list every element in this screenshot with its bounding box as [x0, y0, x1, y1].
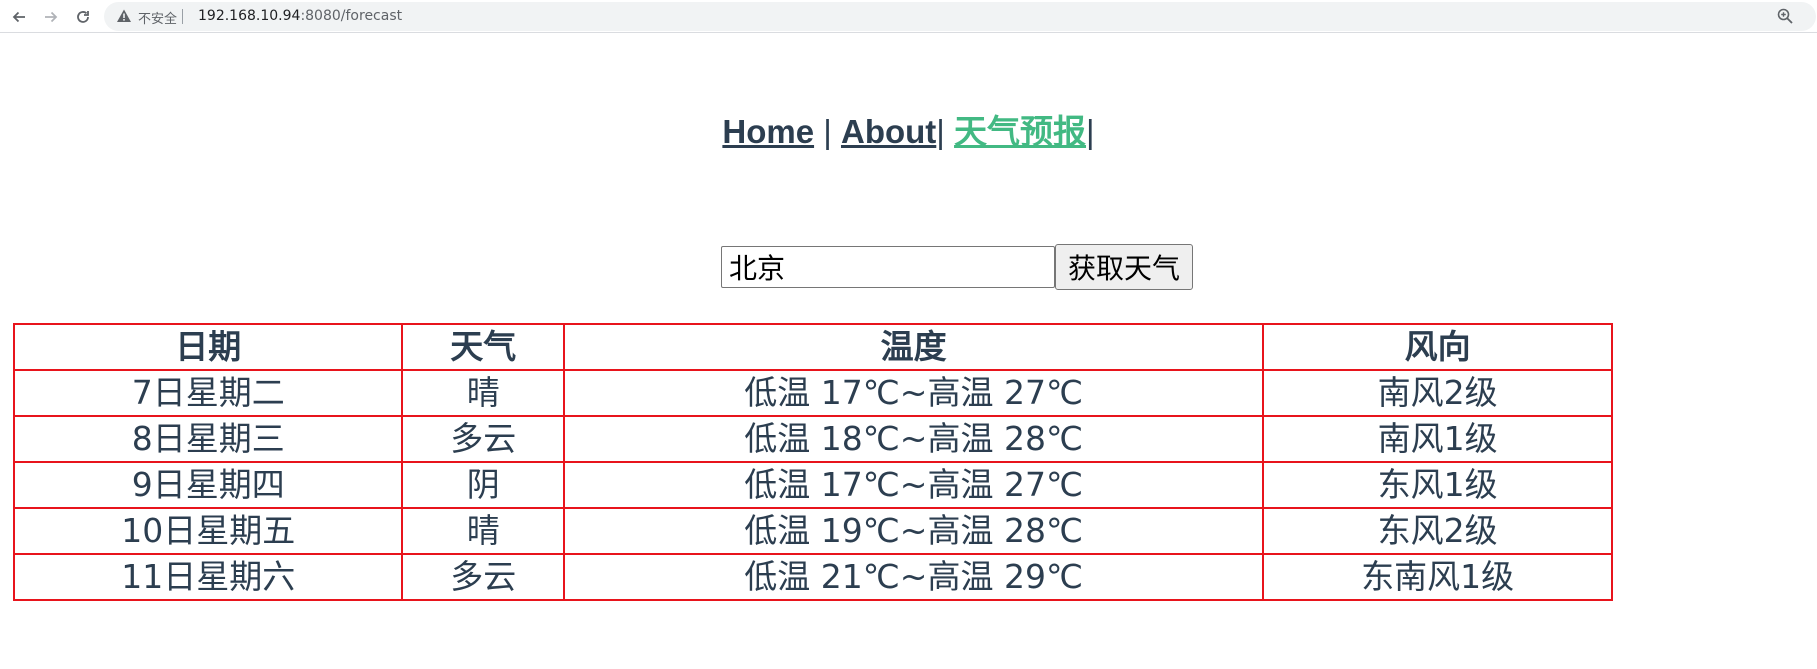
forward-arrow-icon[interactable] [38, 4, 64, 30]
main-nav: Home | About| 天气预报| [0, 110, 1817, 154]
warning-icon[interactable] [116, 8, 132, 24]
cell-temperature: 低温 19℃~高温 28℃ [562, 507, 1265, 555]
table-row: 9日星期四 阴 低温 17℃~高温 27℃ 东风1级 [12, 461, 1613, 509]
get-weather-button[interactable]: 获取天气 [1055, 244, 1193, 290]
cell-weather: 晴 [401, 369, 565, 417]
header-weather: 天气 [401, 323, 565, 371]
nav-separator: | [1086, 113, 1095, 150]
cell-date: 11日星期六 [12, 553, 404, 601]
header-date: 日期 [12, 323, 404, 371]
url-text[interactable]: 192.168.10.94:8080/forecast [198, 8, 402, 24]
cell-temperature: 低温 17℃~高温 27℃ [562, 461, 1265, 509]
table-row: 7日星期二 晴 低温 17℃~高温 27℃ 南风2级 [12, 369, 1613, 417]
header-wind: 风向 [1262, 323, 1613, 371]
cell-wind: 南风1级 [1262, 415, 1613, 463]
cell-weather: 多云 [401, 415, 565, 463]
zoom-icon[interactable] [1776, 7, 1794, 25]
cell-temperature: 低温 17℃~高温 27℃ [562, 369, 1265, 417]
cell-date: 7日星期二 [12, 369, 404, 417]
browser-toolbar: 不安全 192.168.10.94:8080/forecast [0, 0, 1817, 33]
url-path: :8080/forecast [300, 8, 403, 24]
table-row: 10日星期五 晴 低温 19℃~高温 28℃ 东风2级 [12, 507, 1613, 555]
table-row: 8日星期三 多云 低温 18℃~高温 28℃ 南风1级 [12, 415, 1613, 463]
cell-date: 8日星期三 [12, 415, 404, 463]
nav-link-home[interactable]: Home [722, 113, 814, 150]
cell-date: 10日星期五 [12, 507, 404, 555]
nav-link-forecast[interactable]: 天气预报 [954, 113, 1086, 150]
nav-link-about[interactable]: About [841, 113, 936, 150]
forecast-table: 日期 天气 温度 风向 7日星期二 晴 低温 17℃~高温 27℃ 南风2级 8… [12, 323, 1613, 601]
cell-date: 9日星期四 [12, 461, 404, 509]
cell-weather: 晴 [401, 507, 565, 555]
nav-separator: | [936, 113, 955, 150]
table-header-row: 日期 天气 温度 风向 [12, 323, 1613, 371]
cell-wind: 东风1级 [1262, 461, 1613, 509]
reload-icon[interactable] [70, 4, 96, 30]
address-bar[interactable]: 不安全 192.168.10.94:8080/forecast [104, 2, 1816, 31]
nav-separator: | [814, 113, 841, 150]
back-arrow-icon[interactable] [6, 4, 32, 30]
url-host: 192.168.10.94 [198, 8, 301, 24]
cell-wind: 东风2级 [1262, 507, 1613, 555]
divider [182, 9, 183, 24]
header-temperature: 温度 [562, 323, 1265, 371]
cell-temperature: 低温 21℃~高温 29℃ [562, 553, 1265, 601]
cell-temperature: 低温 18℃~高温 28℃ [562, 415, 1265, 463]
security-label[interactable]: 不安全 [138, 8, 177, 27]
city-input[interactable] [721, 246, 1055, 288]
table-row: 11日星期六 多云 低温 21℃~高温 29℃ 东南风1级 [12, 553, 1613, 601]
cell-weather: 阴 [401, 461, 565, 509]
cell-wind: 东南风1级 [1262, 553, 1613, 601]
cell-weather: 多云 [401, 553, 565, 601]
cell-wind: 南风2级 [1262, 369, 1613, 417]
